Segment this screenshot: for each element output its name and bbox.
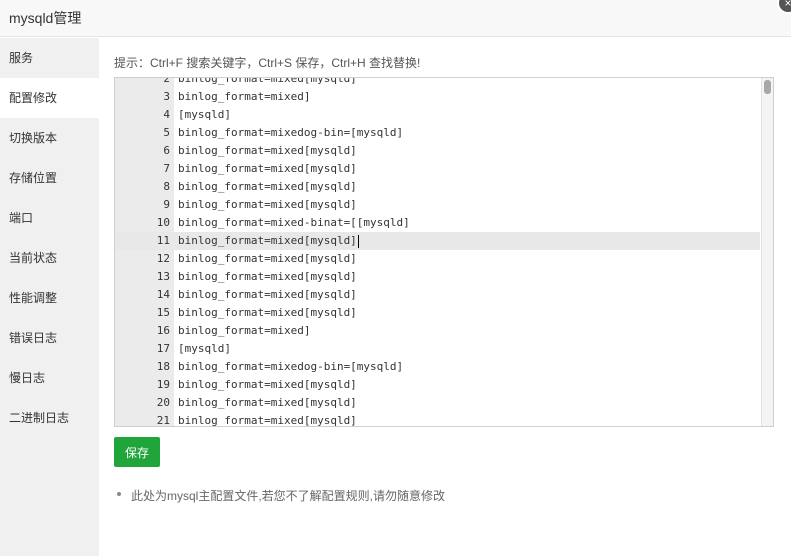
line-number: 20 bbox=[156, 396, 170, 409]
line-number: 11 bbox=[156, 234, 170, 247]
vertical-scrollbar[interactable] bbox=[761, 78, 773, 426]
line-number: 15 bbox=[156, 306, 170, 319]
editor-line[interactable]: 2 binlog_format=mixed[mysqld] bbox=[115, 77, 760, 88]
line-code[interactable]: binlog_format=mixedog-bin=[mysqld] bbox=[178, 358, 403, 376]
note-text: 此处为mysql主配置文件,若您不了解配置规则,请勿随意修改 bbox=[131, 489, 446, 503]
line-number: 3 bbox=[163, 90, 170, 103]
line-code[interactable]: binlog_format=mixed[mysqld] bbox=[178, 376, 357, 394]
line-number: 12 bbox=[156, 252, 170, 265]
scrollbar-thumb[interactable] bbox=[764, 80, 771, 94]
editor-line[interactable]: 21 binlog_format=mixed[mysqld] bbox=[115, 412, 760, 427]
line-number: 8 bbox=[163, 180, 170, 193]
line-number: 21 bbox=[156, 414, 170, 427]
sidebar-item-label: 性能调整 bbox=[9, 291, 58, 305]
line-number: 10 bbox=[156, 216, 170, 229]
bullet-icon bbox=[117, 492, 121, 496]
line-code[interactable]: binlog_format=mixed[mysqld] bbox=[178, 286, 357, 304]
line-code[interactable]: binlog_format=mixed[mysqld] bbox=[178, 412, 357, 426]
editor-line[interactable]: 16 binlog_format=mixed] bbox=[115, 322, 760, 340]
sidebar-item-label: 存储位置 bbox=[9, 171, 58, 185]
sidebar-item-label: 服务 bbox=[9, 51, 34, 65]
editor-line[interactable]: 6 binlog_format=mixed[mysqld] bbox=[115, 142, 760, 160]
line-code[interactable]: [mysqld] bbox=[178, 340, 231, 358]
sidebar-item-label: 端口 bbox=[9, 211, 34, 225]
line-number: 7 bbox=[163, 162, 170, 175]
line-code[interactable]: binlog_format=mixed[mysqld] bbox=[178, 394, 357, 412]
editor-line[interactable]: 17 [mysqld] bbox=[115, 340, 760, 358]
text-cursor bbox=[357, 234, 359, 248]
line-number: 5 bbox=[163, 126, 170, 139]
editor-line[interactable]: 13 binlog_format=mixed[mysqld] bbox=[115, 268, 760, 286]
sidebar-item-label: 慢日志 bbox=[9, 371, 46, 385]
sidebar-item-label: 二进制日志 bbox=[9, 411, 70, 425]
sidebar-item-current-status[interactable]: 当前状态 bbox=[0, 238, 99, 278]
note-item: 此处为mysql主配置文件,若您不了解配置规则,请勿随意修改 bbox=[114, 487, 445, 504]
editor-line[interactable]: 9 binlog_format=mixed[mysqld] bbox=[115, 196, 760, 214]
sidebar-item-label: 当前状态 bbox=[9, 251, 58, 265]
line-number: 19 bbox=[156, 378, 170, 391]
sidebar-item-config-edit[interactable]: 配置修改 bbox=[0, 78, 99, 118]
editor-line[interactable]: 12 binlog_format=mixed[mysqld] bbox=[115, 250, 760, 268]
line-number: 2 bbox=[163, 77, 170, 85]
line-number: 13 bbox=[156, 270, 170, 283]
sidebar-item-port[interactable]: 端口 bbox=[0, 198, 99, 238]
sidebar-item-storage-location[interactable]: 存储位置 bbox=[0, 158, 99, 198]
config-editor[interactable]: 2 binlog_format=mixed[mysqld] 3 binlog_form… bbox=[114, 77, 774, 427]
editor-line[interactable]: 3 binlog_format=mixed] bbox=[115, 88, 760, 106]
line-code[interactable]: binlog_format=mixed[mysqld] bbox=[178, 160, 357, 178]
editor-line[interactable]: 20 binlog_format=mixed[mysqld] bbox=[115, 394, 760, 412]
editor-line[interactable]: 11 binlog_format=mixed[mysqld] bbox=[115, 232, 760, 250]
sidebar-item-label: 错误日志 bbox=[9, 331, 58, 345]
line-code[interactable]: binlog_format=mixed[mysqld] bbox=[178, 304, 357, 322]
sidebar-item-performance[interactable]: 性能调整 bbox=[0, 278, 99, 318]
line-number: 14 bbox=[156, 288, 170, 301]
notes-list: 此处为mysql主配置文件,若您不了解配置规则,请勿随意修改 bbox=[114, 487, 445, 504]
sidebar-item-switch-version[interactable]: 切换版本 bbox=[0, 118, 99, 158]
editor-line[interactable]: 19 binlog_format=mixed[mysqld] bbox=[115, 376, 760, 394]
line-number: 6 bbox=[163, 144, 170, 157]
line-code[interactable]: binlog_format=mixed-binat=[[mysqld] bbox=[178, 214, 410, 232]
line-code[interactable]: binlog_format=mixed[mysqld] bbox=[178, 232, 359, 250]
sidebar-item-slow-log[interactable]: 慢日志 bbox=[0, 358, 99, 398]
editor-line[interactable]: 7 binlog_format=mixed[mysqld] bbox=[115, 160, 760, 178]
line-number: 9 bbox=[163, 198, 170, 211]
window-title: mysqld管理 bbox=[9, 10, 82, 26]
sidebar-item-service[interactable]: 服务 bbox=[0, 38, 99, 78]
line-number: 18 bbox=[156, 360, 170, 373]
editor-line[interactable]: 4 [mysqld] bbox=[115, 106, 760, 124]
editor-line[interactable]: 18 binlog_format=mixedog-bin=[mysqld] bbox=[115, 358, 760, 376]
sidebar-item-binary-log[interactable]: 二进制日志 bbox=[0, 398, 99, 438]
line-code[interactable]: [mysqld] bbox=[178, 106, 231, 124]
main-panel: 提示：Ctrl+F 搜索关键字，Ctrl+S 保存，Ctrl+H 查找替换! 2… bbox=[99, 38, 791, 556]
line-number: 4 bbox=[163, 108, 170, 121]
line-code[interactable]: binlog_format=mixed[mysqld] bbox=[178, 250, 357, 268]
line-code[interactable]: binlog_format=mixed[mysqld] bbox=[178, 178, 357, 196]
line-code[interactable]: binlog_format=mixedog-bin=[mysqld] bbox=[178, 124, 403, 142]
line-code[interactable]: binlog_format=mixed[mysqld] bbox=[178, 142, 357, 160]
editor-lines[interactable]: 2 binlog_format=mixed[mysqld] 3 binlog_form… bbox=[115, 77, 760, 427]
sidebar-item-label: 配置修改 bbox=[9, 91, 58, 105]
shortcut-tip: 提示：Ctrl+F 搜索关键字，Ctrl+S 保存，Ctrl+H 查找替换! bbox=[114, 56, 421, 70]
line-code[interactable]: binlog_format=mixed] bbox=[178, 322, 310, 340]
editor-line[interactable]: 10 binlog_format=mixed-binat=[[mysqld] bbox=[115, 214, 760, 232]
sidebar: 服务 配置修改 切换版本 存储位置 端口 当前状态 性能调整 错误日志 慢日志 … bbox=[0, 38, 99, 556]
line-code[interactable]: binlog_format=mixed[mysqld] bbox=[178, 78, 357, 88]
sidebar-item-label: 切换版本 bbox=[9, 131, 58, 145]
editor-line[interactable]: 14 binlog_format=mixed[mysqld] bbox=[115, 286, 760, 304]
title-bar: mysqld管理 bbox=[0, 0, 791, 37]
line-number: 17 bbox=[156, 342, 170, 355]
line-number: 16 bbox=[156, 324, 170, 337]
sidebar-item-error-log[interactable]: 错误日志 bbox=[0, 318, 99, 358]
editor-line[interactable]: 5 binlog_format=mixedog-bin=[mysqld] bbox=[115, 124, 760, 142]
line-code[interactable]: binlog_format=mixed] bbox=[178, 88, 310, 106]
line-code[interactable]: binlog_format=mixed[mysqld] bbox=[178, 268, 357, 286]
editor-line[interactable]: 8 binlog_format=mixed[mysqld] bbox=[115, 178, 760, 196]
editor-line[interactable]: 15 binlog_format=mixed[mysqld] bbox=[115, 304, 760, 322]
save-button[interactable]: 保存 bbox=[114, 437, 160, 467]
line-code[interactable]: binlog_format=mixed[mysqld] bbox=[178, 196, 357, 214]
